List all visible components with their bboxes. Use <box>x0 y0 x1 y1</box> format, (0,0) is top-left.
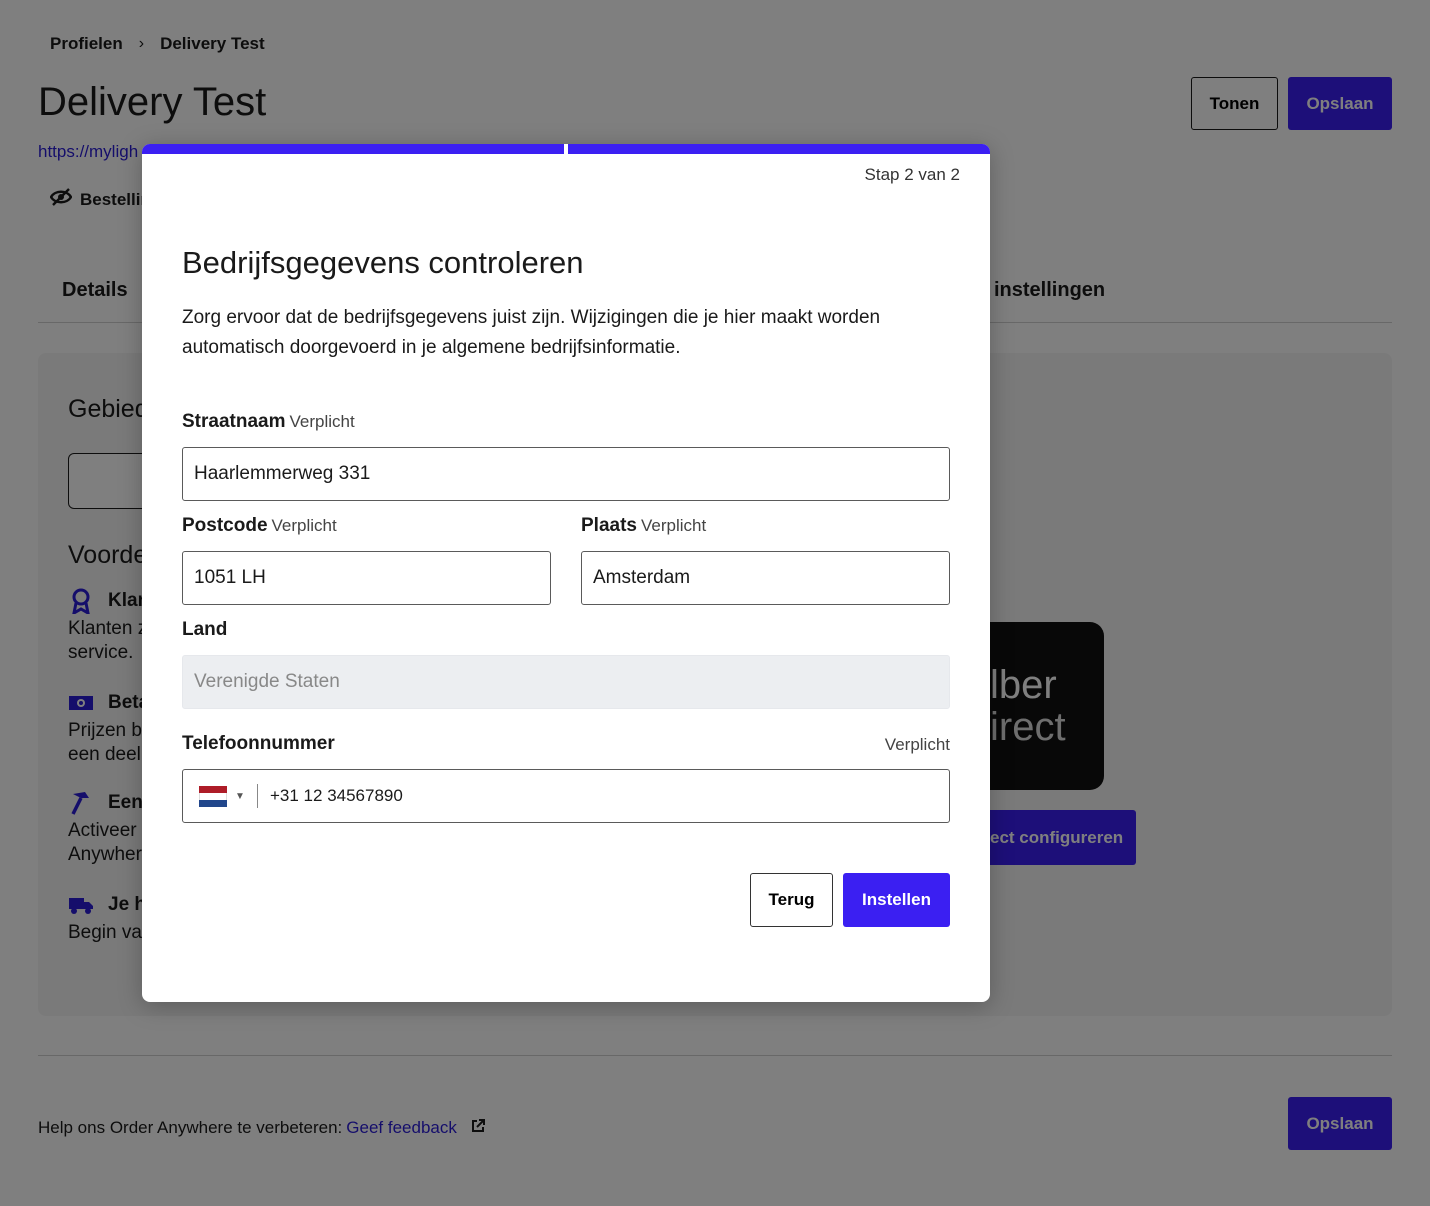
phone-input[interactable]: +31 12 34567890 <box>270 786 403 806</box>
step-indicator: Stap 2 van 2 <box>864 165 960 184</box>
phone-divider <box>257 784 258 808</box>
city-input[interactable]: Amsterdam <box>581 551 950 605</box>
postcode-input[interactable]: 1051 LH <box>182 551 551 605</box>
progress-step-1 <box>142 144 564 154</box>
city-label: Plaats Verplicht <box>581 515 707 536</box>
step-progress-bar <box>142 144 990 154</box>
progress-step-2 <box>568 144 990 154</box>
modal-title: Bedrijfsgegevens controleren <box>182 245 584 280</box>
back-button[interactable]: Terug <box>750 873 833 927</box>
country-input-disabled: Verenigde Staten <box>182 655 950 709</box>
required-hint: Verplicht <box>640 516 707 535</box>
submit-button[interactable]: Instellen <box>843 873 950 927</box>
netherlands-flag-icon <box>199 785 227 807</box>
postcode-label: Postcode Verplicht <box>182 515 337 536</box>
country-label: Land <box>182 619 228 640</box>
modal-description: Zorg ervoor dat de bedrijfsgegevens juis… <box>182 307 881 358</box>
phone-label: Telefoonnummer <box>182 733 335 754</box>
phone-required-hint: Verplicht <box>884 735 950 754</box>
phone-field: ▼ +31 12 34567890 <box>182 769 950 823</box>
required-hint: Verplicht <box>271 516 337 535</box>
street-label: Straatnaam Verplicht <box>182 411 355 432</box>
caret-down-icon: ▼ <box>235 790 245 802</box>
street-input[interactable]: Haarlemmerweg 331 <box>182 447 950 501</box>
required-hint: Verplicht <box>289 412 355 431</box>
country-code-dropdown[interactable]: ▼ <box>183 770 257 822</box>
company-details-modal: Stap 2 van 2 Bedrijfsgegevens controlere… <box>142 144 990 1002</box>
